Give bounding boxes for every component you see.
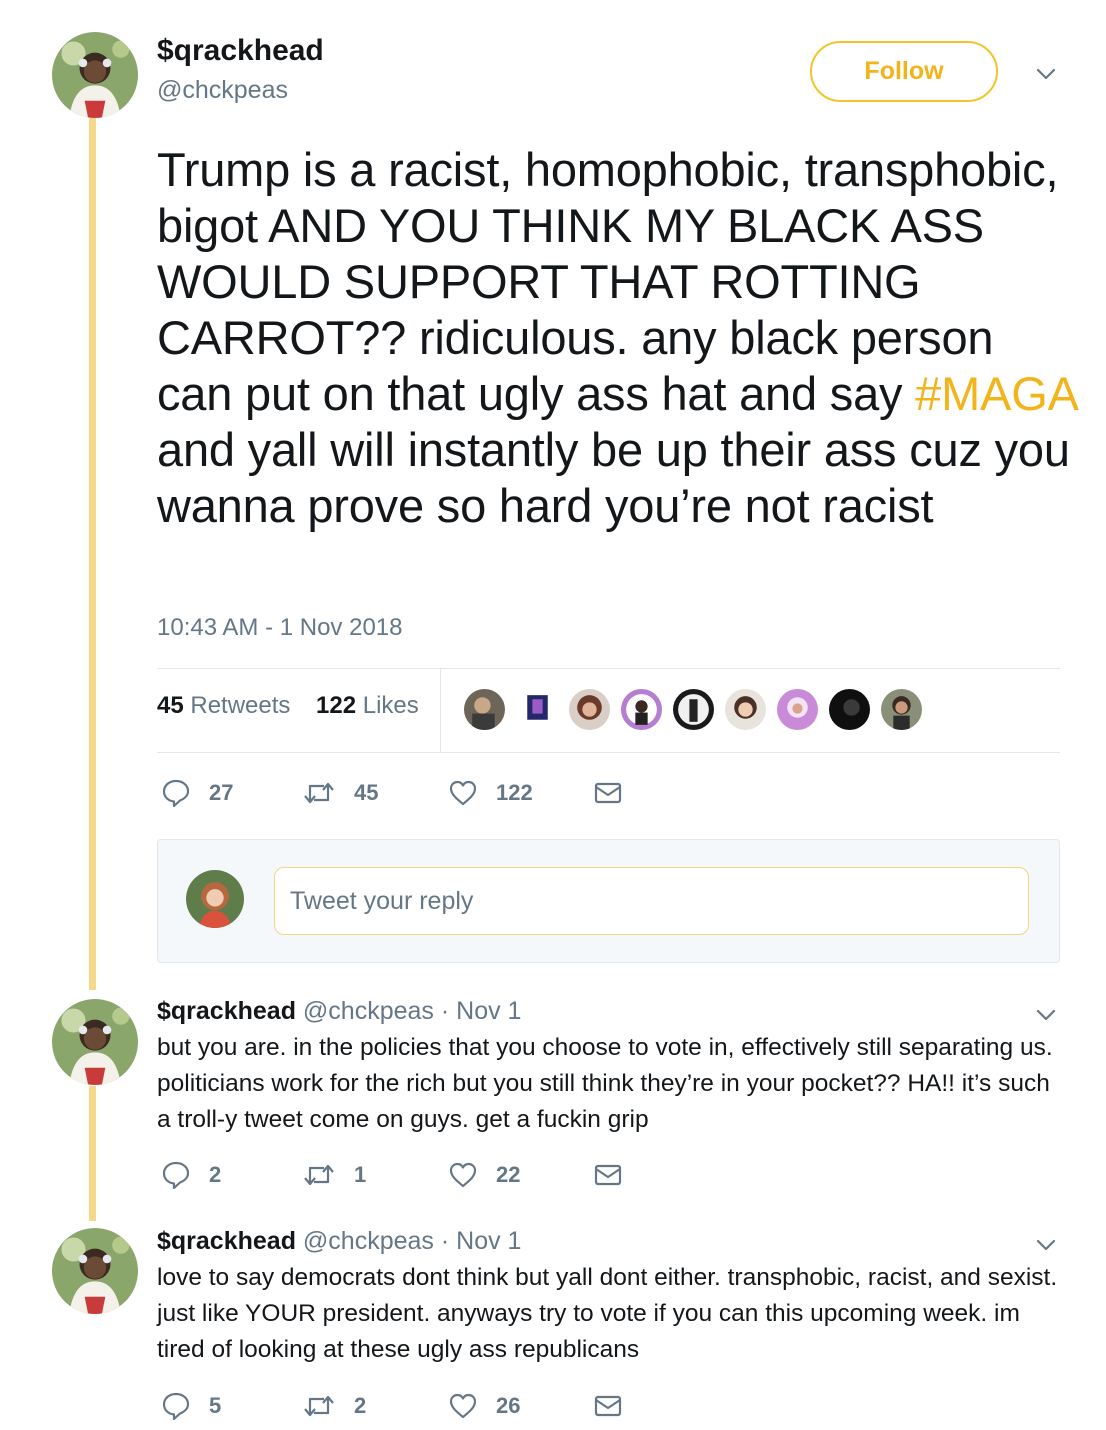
thread-line bbox=[89, 1086, 96, 1221]
reply-date[interactable]: · Nov 1 bbox=[441, 997, 522, 1025]
reply-header: $qrackhead @chckpeas · Nov 1 bbox=[157, 997, 521, 1026]
retweet-button[interactable]: 45 bbox=[302, 778, 378, 808]
liker-avatar[interactable] bbox=[723, 687, 768, 732]
envelope-icon bbox=[593, 1160, 623, 1190]
reply-button[interactable]: 5 bbox=[161, 1391, 221, 1421]
author-handle[interactable]: @chckpeas bbox=[303, 1227, 434, 1255]
like-count: 22 bbox=[496, 1162, 521, 1187]
liker-avatar[interactable] bbox=[827, 687, 872, 732]
heart-icon bbox=[448, 1391, 478, 1421]
liker-avatar[interactable] bbox=[671, 687, 716, 732]
likes-label: Likes bbox=[362, 692, 419, 719]
like-count: 26 bbox=[496, 1393, 521, 1418]
hashtag-link[interactable]: #MAGA bbox=[915, 367, 1076, 420]
dm-button[interactable] bbox=[593, 1160, 623, 1190]
reply-icon bbox=[161, 1391, 191, 1421]
chevron-down-icon[interactable] bbox=[1034, 1003, 1058, 1027]
reply-date[interactable]: · Nov 1 bbox=[441, 1227, 522, 1255]
like-button[interactable]: 26 bbox=[448, 1391, 520, 1421]
chevron-down-icon[interactable] bbox=[1034, 62, 1058, 86]
retweet-count: 1 bbox=[354, 1162, 367, 1187]
retweets-label: Retweets bbox=[190, 692, 291, 719]
retweet-count: 45 bbox=[354, 780, 379, 805]
like-count: 122 bbox=[496, 780, 533, 805]
liker-avatar[interactable] bbox=[462, 687, 507, 732]
likes-count: 122 bbox=[316, 692, 357, 719]
reply-button[interactable]: 2 bbox=[161, 1160, 221, 1190]
envelope-icon bbox=[593, 1391, 623, 1421]
reply-input[interactable]: Tweet your reply bbox=[274, 867, 1029, 935]
like-button[interactable]: 122 bbox=[448, 778, 533, 808]
reply-header: $qrackhead @chckpeas · Nov 1 bbox=[157, 1227, 521, 1256]
reply-text: but you are. in the policies that you ch… bbox=[157, 1034, 1053, 1133]
reply-icon bbox=[161, 1160, 191, 1190]
avatar[interactable] bbox=[52, 32, 138, 118]
dm-button[interactable] bbox=[593, 1391, 623, 1421]
liker-avatar[interactable] bbox=[775, 687, 820, 732]
like-button[interactable]: 22 bbox=[448, 1160, 520, 1190]
retweet-icon bbox=[302, 778, 336, 808]
retweet-button[interactable]: 2 bbox=[302, 1391, 366, 1421]
reply-count: 5 bbox=[209, 1393, 222, 1418]
retweet-icon bbox=[302, 1160, 336, 1190]
thread-line bbox=[89, 118, 96, 990]
avatar bbox=[186, 870, 244, 928]
avatar[interactable] bbox=[52, 999, 138, 1085]
liker-avatar[interactable] bbox=[567, 687, 612, 732]
retweet-button[interactable]: 1 bbox=[302, 1160, 366, 1190]
author-name[interactable]: $qrackhead bbox=[157, 997, 296, 1025]
reply-count: 27 bbox=[209, 780, 234, 805]
retweets-count: 45 bbox=[157, 692, 184, 719]
divider bbox=[157, 668, 1060, 669]
author-handle[interactable]: @chckpeas bbox=[157, 76, 288, 105]
reply-icon bbox=[161, 778, 191, 808]
tweet-text: Trump is a racist, homophobic, transphob… bbox=[157, 142, 1077, 534]
reply-text: love to say democrats dont think but yal… bbox=[157, 1264, 1058, 1363]
dm-button[interactable] bbox=[593, 778, 623, 808]
envelope-icon bbox=[593, 778, 623, 808]
chevron-down-icon[interactable] bbox=[1034, 1233, 1058, 1257]
tweet-text-part: and yall will instantly be up their ass … bbox=[157, 423, 1070, 532]
likes-stat[interactable]: 122 Likes bbox=[316, 692, 419, 720]
reply-count: 2 bbox=[209, 1162, 222, 1187]
author-handle[interactable]: @chckpeas bbox=[303, 997, 434, 1025]
heart-icon bbox=[448, 778, 478, 808]
retweets-stat[interactable]: 45 Retweets bbox=[157, 692, 290, 720]
heart-icon bbox=[448, 1160, 478, 1190]
author-name[interactable]: $qrackhead bbox=[157, 1227, 296, 1255]
liker-avatar[interactable] bbox=[515, 687, 560, 732]
avatar[interactable] bbox=[52, 1228, 138, 1314]
divider bbox=[157, 752, 1060, 753]
follow-button[interactable]: Follow bbox=[810, 41, 998, 102]
retweet-icon bbox=[302, 1391, 336, 1421]
liker-avatar[interactable] bbox=[879, 687, 924, 732]
reply-button[interactable]: 27 bbox=[161, 778, 233, 808]
liker-avatar[interactable] bbox=[619, 687, 664, 732]
author-name[interactable]: $qrackhead bbox=[157, 34, 324, 68]
retweet-count: 2 bbox=[354, 1393, 367, 1418]
tweet-timestamp[interactable]: 10:43 AM - 1 Nov 2018 bbox=[157, 614, 402, 642]
divider bbox=[440, 669, 441, 753]
